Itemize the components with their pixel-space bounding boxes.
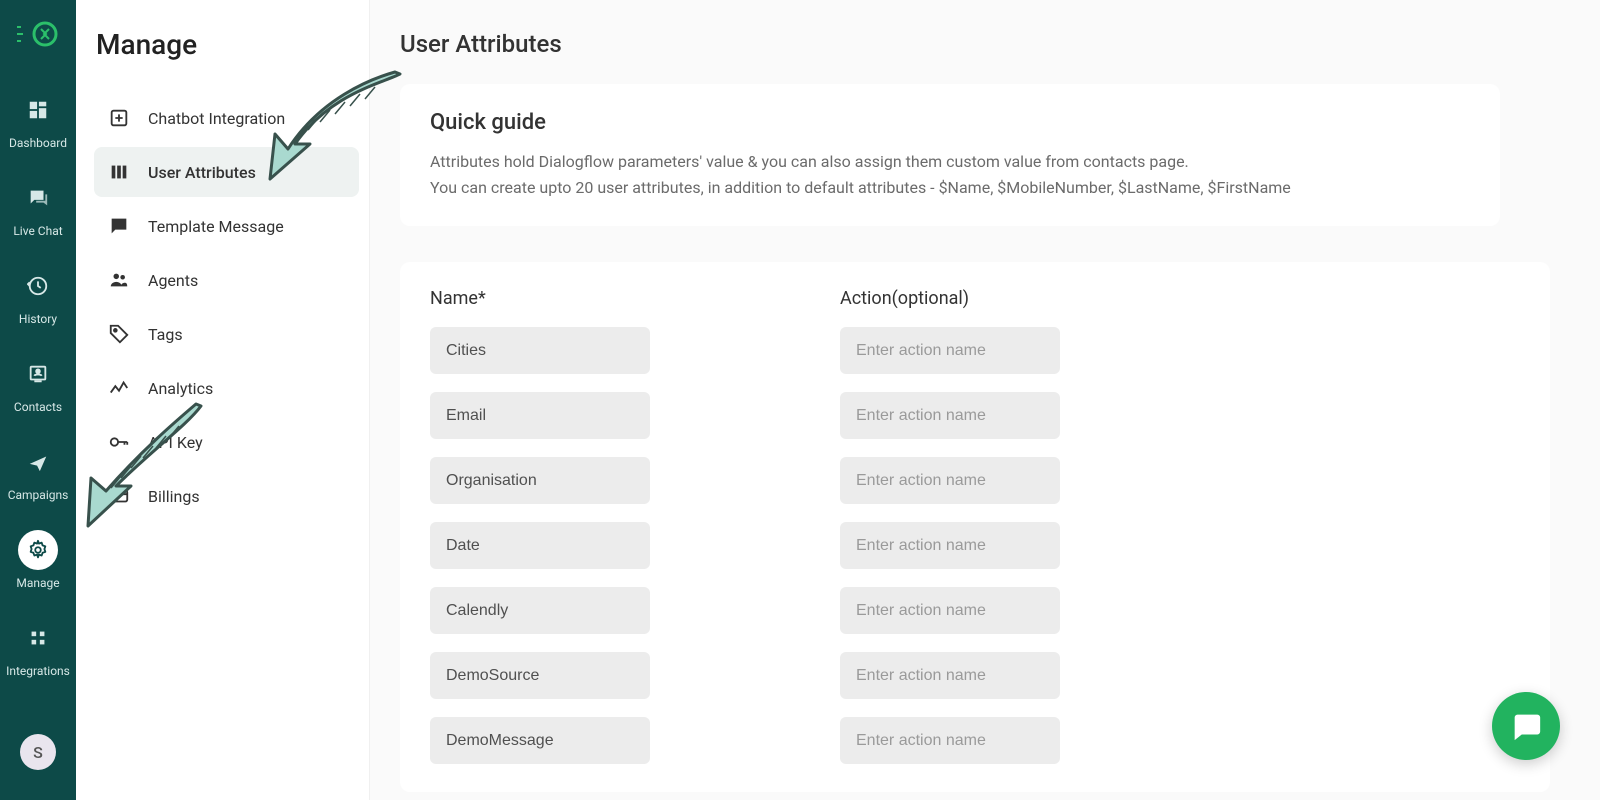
dashboard-icon — [18, 90, 58, 130]
quick-guide-card: Quick guide Attributes hold Dialogflow p… — [400, 84, 1500, 226]
menu-item-chatbot-integration[interactable]: Chatbot Integration — [94, 93, 359, 143]
contacts-icon — [18, 354, 58, 394]
rail-label: Integrations — [6, 664, 70, 678]
quick-guide-text-2: You can create upto 20 user attributes, … — [430, 175, 1470, 201]
rail-label: History — [19, 312, 57, 326]
attribute-action-input[interactable] — [840, 652, 1060, 699]
primary-nav-rail: Dashboard Live Chat History Contacts Cam… — [0, 0, 76, 800]
avatar-initial: S — [33, 743, 43, 762]
menu-item-label: Analytics — [148, 379, 213, 398]
attribute-row — [430, 717, 1520, 764]
gear-icon — [18, 530, 58, 570]
attribute-name-input[interactable] — [430, 652, 650, 699]
menu-item-label: Tags — [148, 325, 183, 344]
rail-label: Dashboard — [9, 136, 67, 150]
attribute-action-input[interactable] — [840, 522, 1060, 569]
attribute-row — [430, 392, 1520, 439]
rail-item-campaigns[interactable]: Campaigns — [0, 442, 76, 502]
history-icon — [18, 266, 58, 306]
attribute-name-input[interactable] — [430, 392, 650, 439]
rail-item-manage[interactable]: Manage — [0, 530, 76, 590]
attribute-name-input[interactable] — [430, 587, 650, 634]
attribute-row — [430, 587, 1520, 634]
app-logo-icon — [14, 14, 62, 54]
attribute-name-input[interactable] — [430, 522, 650, 569]
menu-item-label: Billings — [148, 487, 200, 506]
attribute-name-input[interactable] — [430, 327, 650, 374]
tag-icon — [108, 323, 130, 345]
attribute-action-input[interactable] — [840, 587, 1060, 634]
attribute-row — [430, 457, 1520, 504]
menu-item-tags[interactable]: Tags — [94, 309, 359, 359]
menu-item-template-message[interactable]: Template Message — [94, 201, 359, 251]
attribute-action-input[interactable] — [840, 717, 1060, 764]
attribute-action-input[interactable] — [840, 457, 1060, 504]
analytics-icon — [108, 377, 130, 399]
menu-item-label: Agents — [148, 271, 198, 290]
attribute-row — [430, 327, 1520, 374]
attribute-action-input[interactable] — [840, 327, 1060, 374]
columns-icon — [108, 161, 130, 183]
rail-label: Live Chat — [13, 224, 62, 238]
message-icon — [108, 215, 130, 237]
submenu-title: Manage — [94, 28, 359, 61]
chat-fab-button[interactable] — [1492, 692, 1560, 760]
attribute-name-input[interactable] — [430, 457, 650, 504]
attribute-name-input[interactable] — [430, 717, 650, 764]
integrations-icon — [18, 618, 58, 658]
attribute-row — [430, 522, 1520, 569]
manage-submenu: Manage Chatbot Integration User Attribut… — [76, 0, 370, 800]
rail-item-livechat[interactable]: Live Chat — [0, 178, 76, 238]
rail-item-dashboard[interactable]: Dashboard — [0, 90, 76, 150]
rail-item-contacts[interactable]: Contacts — [0, 354, 76, 414]
menu-item-label: Template Message — [148, 217, 284, 236]
attribute-action-input[interactable] — [840, 392, 1060, 439]
menu-item-label: Chatbot Integration — [148, 109, 285, 128]
menu-item-analytics[interactable]: Analytics — [94, 363, 359, 413]
avatar[interactable]: S — [20, 734, 56, 770]
action-column-header: Action(optional) — [840, 288, 1060, 309]
quick-guide-title: Quick guide — [430, 110, 1470, 135]
menu-item-api-key[interactable]: API Key — [94, 417, 359, 467]
chat-icon — [18, 178, 58, 218]
rail-item-integrations[interactable]: Integrations — [0, 618, 76, 678]
rail-label: Contacts — [14, 400, 62, 414]
billing-icon — [108, 485, 130, 507]
rail-label: Campaigns — [8, 488, 69, 502]
menu-item-user-attributes[interactable]: User Attributes — [94, 147, 359, 197]
menu-item-label: User Attributes — [148, 163, 256, 182]
campaigns-icon — [18, 442, 58, 482]
page-title: User Attributes — [400, 30, 1570, 58]
rail-label: Manage — [16, 576, 59, 590]
menu-item-billings[interactable]: Billings — [94, 471, 359, 521]
main-content: User Attributes Quick guide Attributes h… — [370, 0, 1600, 800]
chat-bubble-icon — [1509, 709, 1543, 743]
name-column-header: Name* — [430, 288, 650, 309]
quick-guide-text-1: Attributes hold Dialogflow parameters' v… — [430, 149, 1470, 175]
rail-item-history[interactable]: History — [0, 266, 76, 326]
menu-item-label: API Key — [148, 433, 203, 452]
chatbot-icon — [108, 107, 130, 129]
people-icon — [108, 269, 130, 291]
attribute-row — [430, 652, 1520, 699]
menu-item-agents[interactable]: Agents — [94, 255, 359, 305]
key-icon — [108, 431, 130, 453]
attributes-form: Name* Action(optional) — [400, 262, 1550, 792]
